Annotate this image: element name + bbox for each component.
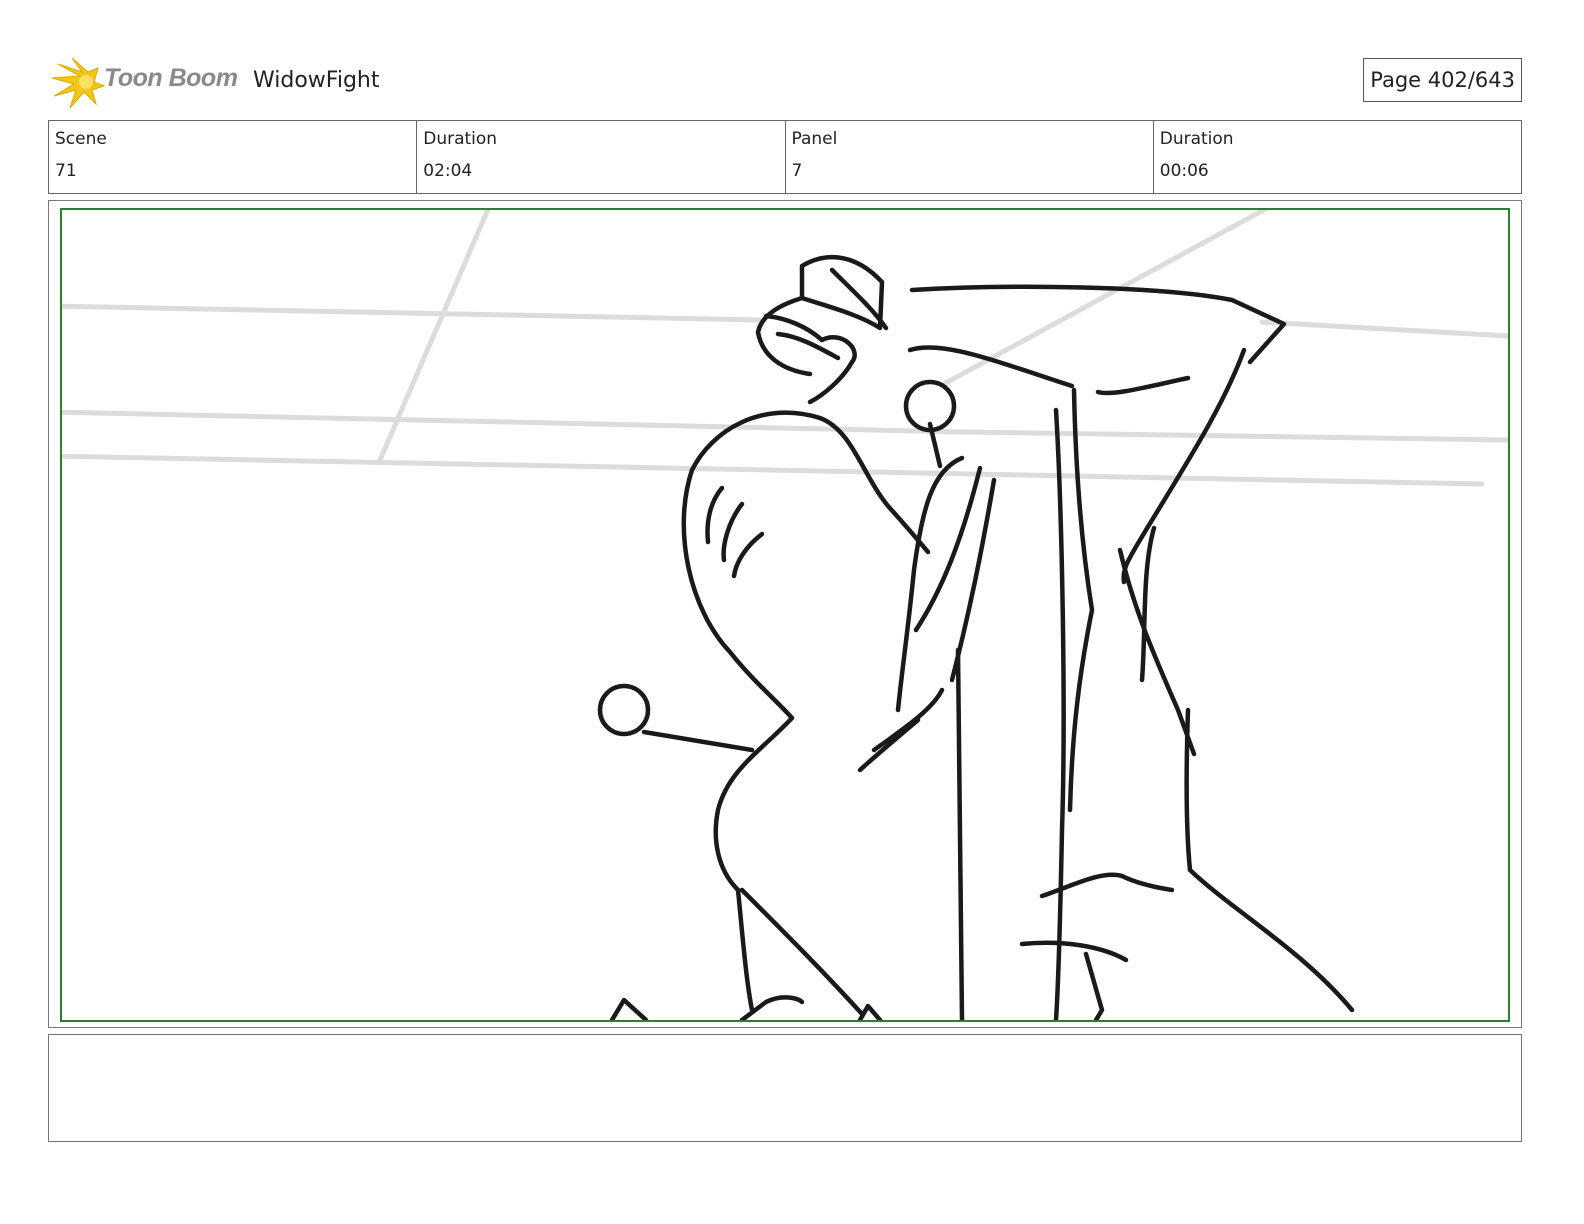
character-figure xyxy=(597,254,1355,1020)
scene-label: Scene xyxy=(55,129,107,149)
ceiling-grid xyxy=(62,210,1508,487)
panel-duration-cell: Duration 00:06 xyxy=(1154,121,1521,193)
scene-info-table: Scene 71 Duration 02:04 Panel 7 Duration… xyxy=(48,120,1522,194)
scene-duration-label: Duration xyxy=(423,129,498,149)
logo-text: Toon Boom xyxy=(104,64,238,92)
project-title: WidowFight xyxy=(253,68,380,93)
scene-duration-cell: Duration 02:04 xyxy=(417,121,786,193)
toon-boom-logo-icon xyxy=(51,57,106,109)
panel-frame xyxy=(48,200,1522,1028)
panel-duration-label: Duration xyxy=(1159,129,1234,149)
panel-value: 7 xyxy=(791,161,803,181)
scene-value: 71 xyxy=(55,161,77,181)
header: Toon Boom WidowFight Page 402/643 xyxy=(48,52,1522,112)
panel-cell: Panel 7 xyxy=(786,121,1154,193)
panel-duration-value: 00:06 xyxy=(1159,161,1209,181)
panel-label: Panel xyxy=(791,129,838,149)
storyboard-sketch xyxy=(62,210,1508,1020)
scene-cell: Scene 71 xyxy=(49,121,418,193)
safe-area xyxy=(60,208,1510,1022)
panel-notes xyxy=(48,1034,1522,1142)
scene-duration-value: 02:04 xyxy=(423,161,473,181)
page-indicator: Page 402/643 xyxy=(1363,58,1522,102)
